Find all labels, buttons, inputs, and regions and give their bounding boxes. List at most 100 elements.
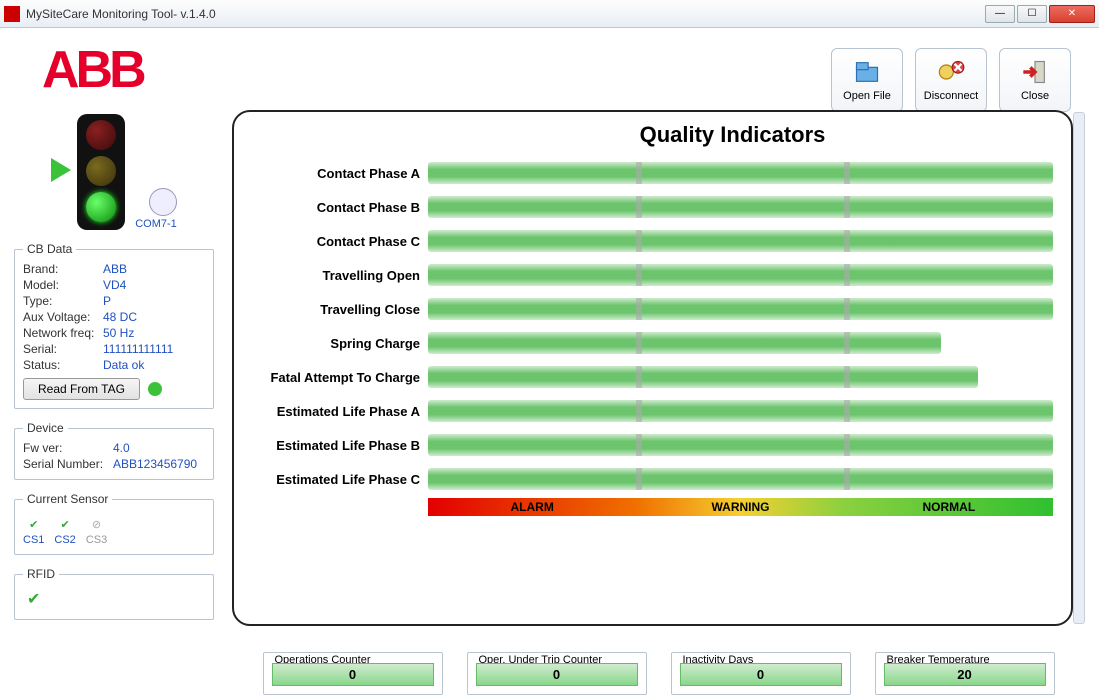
lamp-red — [86, 120, 116, 150]
indicator-bar — [428, 434, 1053, 456]
cb-status-val: Data ok — [103, 358, 205, 372]
minimize-button[interactable]: — — [985, 5, 1015, 23]
device-group: Device Fw ver:4.0 Serial Number:ABB12345… — [14, 421, 214, 480]
dev-sn-key: Serial Number: — [23, 457, 113, 471]
cb-freq-key: Network freq: — [23, 326, 103, 340]
close-button[interactable]: Close — [999, 48, 1071, 112]
cb-brand-key: Brand: — [23, 262, 103, 276]
dev-fw-val: 4.0 — [113, 441, 205, 455]
zone-divider — [636, 162, 642, 184]
indicator-row: Spring Charge — [252, 326, 1053, 360]
quality-indicators-panel: Quality Indicators Contact Phase AContac… — [232, 110, 1073, 626]
indicator-label: Estimated Life Phase B — [252, 438, 420, 453]
cb-data-legend: CB Data — [23, 242, 76, 256]
counters-row: Operations Counter 0 Oper. Under Trip Co… — [232, 646, 1085, 695]
dev-sn-val: ABB123456790 — [113, 457, 205, 471]
counter-temperature: Breaker Temperature 20 — [875, 646, 1055, 695]
indicator-label: Contact Phase A — [252, 166, 420, 181]
indicator-row: Contact Phase C — [252, 224, 1053, 258]
indicator-label: Travelling Open — [252, 268, 420, 283]
indicator-label: Estimated Life Phase A — [252, 404, 420, 419]
zone-divider — [636, 400, 642, 422]
traffic-light — [77, 114, 125, 230]
cb-status-key: Status: — [23, 358, 103, 372]
indicator-row: Contact Phase A — [252, 156, 1053, 190]
indicator-row: Estimated Life Phase C — [252, 462, 1053, 496]
indicator-row: Estimated Life Phase B — [252, 428, 1053, 462]
maximize-button[interactable]: ☐ — [1017, 5, 1047, 23]
counter-operations: Operations Counter 0 — [263, 646, 443, 695]
indicator-bar — [428, 298, 1053, 320]
app-icon — [4, 6, 20, 22]
disabled-icon: ⊘ — [89, 516, 105, 532]
lamp-green — [86, 192, 116, 222]
lamp-yellow — [86, 156, 116, 186]
zone-divider — [636, 332, 642, 354]
indicator-row: Travelling Close — [252, 292, 1053, 326]
indicator-bar — [428, 366, 978, 388]
current-sensor-group: Current Sensor ✔ CS1 ✔ CS2 ⊘ CS3 — [14, 492, 214, 555]
counter-inact-value: 0 — [680, 663, 842, 686]
zone-alarm-label: ALARM — [428, 498, 636, 516]
cb-type-val: P — [103, 294, 205, 308]
disconnect-button[interactable]: Disconnect — [915, 48, 987, 112]
close-label: Close — [1021, 90, 1049, 102]
counter-trip-value: 0 — [476, 663, 638, 686]
zone-divider — [844, 366, 850, 388]
rfid-legend: RFID — [23, 567, 59, 581]
zone-divider — [844, 264, 850, 286]
window-close-button[interactable]: ✕ — [1049, 5, 1095, 23]
status-traffic-area: COM7-1 — [14, 110, 214, 230]
check-icon: ✔ — [26, 516, 42, 532]
indicator-bar — [428, 230, 1053, 252]
zone-divider — [636, 434, 642, 456]
indicator-label: Contact Phase C — [252, 234, 420, 249]
cs2-label: CS2 — [54, 534, 75, 546]
indicator-bar — [428, 468, 1053, 490]
cb-aux-val: 48 DC — [103, 310, 205, 324]
open-file-button[interactable]: Open File — [831, 48, 903, 112]
indicator-label: Spring Charge — [252, 336, 420, 351]
cs3-label: CS3 — [86, 534, 107, 546]
indicator-label: Travelling Close — [252, 302, 420, 317]
current-sensor-legend: Current Sensor — [23, 492, 112, 506]
zone-divider — [636, 298, 642, 320]
tag-status-dot — [148, 382, 162, 396]
zone-warning-label: WARNING — [636, 498, 844, 516]
cb-model-key: Model: — [23, 278, 103, 292]
cb-data-group: CB Data Brand:ABB Model:VD4 Type:P Aux V… — [14, 242, 214, 409]
cb-serial-val: 111111111111 — [103, 342, 205, 356]
device-db-icon[interactable] — [149, 188, 177, 216]
rfid-group: RFID ✔ — [14, 567, 214, 620]
play-icon[interactable] — [51, 158, 71, 182]
cb-freq-val: 50 Hz — [103, 326, 205, 340]
panel-scrollbar[interactable] — [1073, 112, 1085, 624]
zone-divider — [844, 230, 850, 252]
read-from-tag-button[interactable]: Read From TAG — [23, 378, 140, 400]
indicator-row: Fatal Attempt To Charge — [252, 360, 1053, 394]
cb-aux-key: Aux Voltage: — [23, 310, 103, 324]
zone-legend: ALARM WARNING NORMAL — [428, 498, 1053, 516]
cb-type-key: Type: — [23, 294, 103, 308]
zone-divider — [636, 196, 642, 218]
open-file-label: Open File — [843, 90, 891, 102]
zone-divider — [844, 196, 850, 218]
window-titlebar: MySiteCare Monitoring Tool- v.1.4.0 — ☐ … — [0, 0, 1099, 28]
sensor-cs3: ⊘ CS3 — [86, 516, 107, 546]
dev-fw-key: Fw ver: — [23, 441, 113, 455]
indicator-list: Contact Phase A Contact Phase B Contact Ph… — [252, 156, 1053, 496]
counter-temp-value: 20 — [884, 663, 1046, 686]
zone-divider — [844, 332, 850, 354]
cb-model-val: VD4 — [103, 278, 205, 292]
zone-divider — [844, 400, 850, 422]
sensor-cs2: ✔ CS2 — [54, 516, 75, 546]
indicator-label: Contact Phase B — [252, 200, 420, 215]
cb-serial-key: Serial: — [23, 342, 103, 356]
disconnect-icon — [937, 58, 965, 86]
check-icon: ✔ — [23, 587, 205, 611]
indicator-bar — [428, 162, 1053, 184]
counter-ops-value: 0 — [272, 663, 434, 686]
disconnect-label: Disconnect — [924, 90, 978, 102]
zone-normal-label: NORMAL — [845, 498, 1053, 516]
window-title: MySiteCare Monitoring Tool- v.1.4.0 — [26, 7, 985, 21]
